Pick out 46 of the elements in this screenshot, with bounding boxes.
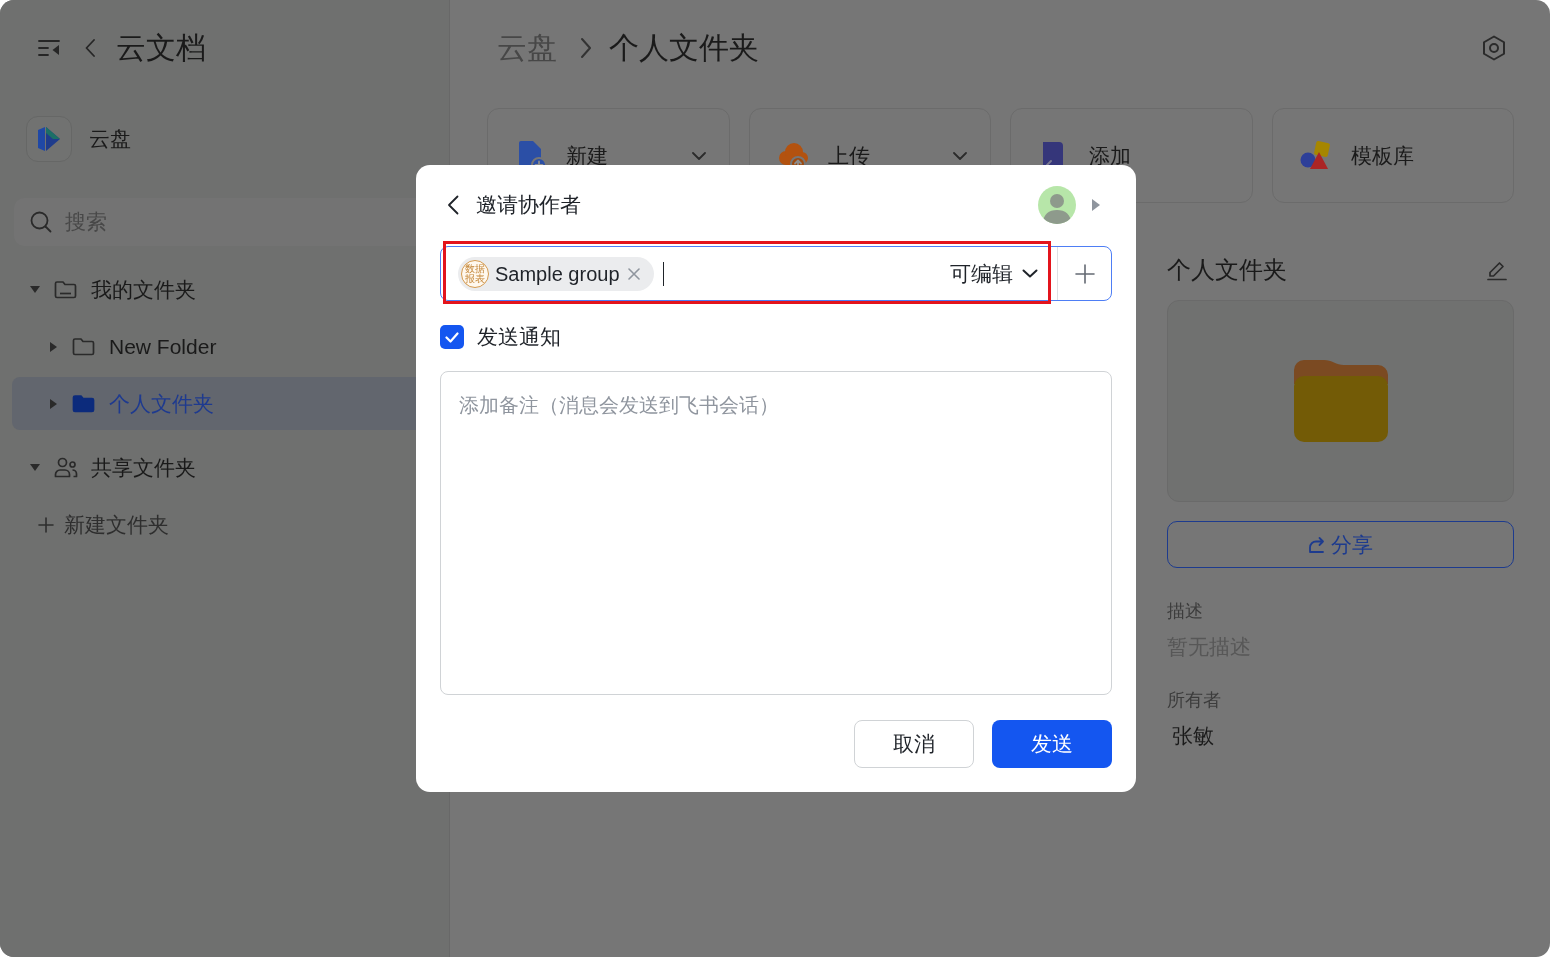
tree-item[interactable]: New Folder — [12, 320, 437, 373]
breadcrumb-item: 个人文件夹 — [609, 30, 759, 66]
action-card[interactable]: 模板库 — [1271, 108, 1514, 203]
send-button[interactable]: 发送 — [992, 720, 1112, 768]
collapse-icon[interactable] — [38, 39, 60, 57]
details-title: 个人文件夹 — [1167, 255, 1287, 285]
note-field[interactable]: 添加备注（消息会发送到飞书会话） — [440, 371, 1112, 695]
field-value: 张敏 — [1172, 723, 1214, 749]
field-label: 描述 — [1167, 600, 1203, 623]
share-icon — [1308, 535, 1326, 554]
app-title: 云文档 — [116, 30, 206, 66]
share-button[interactable]: 分享 — [1167, 521, 1514, 568]
chevron-right-icon — [579, 36, 593, 60]
plus-icon — [38, 516, 54, 533]
plus-icon — [1074, 263, 1095, 284]
caret-right-icon[interactable] — [49, 341, 57, 352]
text-cursor — [662, 261, 665, 286]
folder-icon — [72, 394, 95, 413]
chevron-down-icon — [1022, 269, 1038, 278]
chevron-left-icon[interactable] — [447, 195, 459, 215]
folder-icon — [54, 280, 77, 299]
user-avatar[interactable] — [1038, 186, 1076, 224]
space-name[interactable]: 云盘 — [89, 123, 131, 155]
people-icon — [54, 457, 78, 478]
permission-dropdown[interactable]: 可编辑 — [940, 253, 1048, 294]
checkbox[interactable] — [440, 325, 464, 349]
caret-right-icon[interactable] — [49, 398, 57, 409]
search-icon — [30, 211, 52, 233]
caret-down-icon[interactable] — [30, 464, 40, 471]
cancel-button[interactable]: 取消 — [854, 720, 974, 768]
caret-down-icon[interactable] — [30, 286, 40, 293]
tree-item[interactable]: 共享文件夹 — [12, 441, 437, 494]
tree-item[interactable]: 我的文件夹 — [12, 263, 437, 316]
chip-label: Sample group — [495, 261, 620, 286]
new-folder-button[interactable]: 新建文件夹 — [12, 498, 175, 551]
settings-icon[interactable] — [1480, 34, 1508, 62]
checkbox-label: 发送通知 — [477, 324, 561, 351]
logo-icon — [26, 116, 72, 162]
folder-icon — [72, 337, 95, 356]
pencil-icon[interactable] — [1486, 259, 1508, 281]
field-label: 所有者 — [1167, 689, 1221, 712]
caret-right-icon[interactable] — [1092, 199, 1100, 211]
folder-icon — [1293, 360, 1388, 442]
checkmark-icon — [445, 331, 459, 343]
group-avatar: 数据报表 — [461, 259, 489, 288]
close-icon[interactable] — [627, 267, 640, 280]
